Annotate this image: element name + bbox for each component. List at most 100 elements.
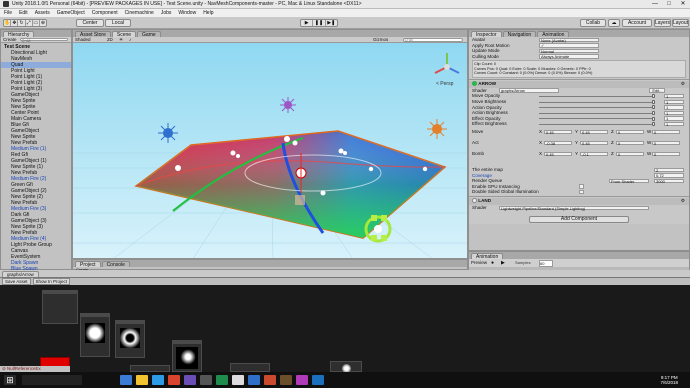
slider-knob[interactable] [652,122,655,127]
shader-edit-button[interactable]: Edit... [649,88,665,93]
graph-node[interactable] [172,340,202,372]
menu-item[interactable]: Window [178,10,196,16]
layers-dropdown[interactable]: Layers [654,19,671,27]
slider-value-field[interactable]: 1 [664,110,684,116]
photoshop-icon[interactable] [296,375,308,385]
gpu-instancing-checkbox[interactable] [579,184,584,189]
close-button[interactable]: ✕ [676,0,690,9]
menu-item[interactable]: Component [92,10,118,16]
graph-node[interactable] [230,363,270,372]
edge-browser-icon[interactable] [152,375,164,385]
animator-field[interactable]: None (Avatar) [539,37,599,42]
purple-light-icon[interactable] [280,97,296,113]
graph-node[interactable] [130,365,170,372]
menu-item[interactable]: Edit [19,10,28,16]
app-icon[interactable] [312,375,324,385]
slider-knob[interactable] [652,116,655,121]
unity-taskbar-icon[interactable] [232,375,244,385]
orange-light-icon[interactable] [427,119,447,139]
cloud-icon[interactable]: ☁ [608,19,620,27]
slider-value-field[interactable]: 1 [664,94,684,99]
vector-field-y[interactable]: -0.1 [580,151,608,156]
blue-light-icon[interactable] [158,123,178,143]
task-view-icon[interactable] [120,375,132,385]
animator-field[interactable]: ✓ [539,43,599,48]
create-dropdown[interactable]: Create [3,37,17,42]
rotate-tool-icon[interactable]: ↻ [18,20,26,26]
windows-start-icon[interactable]: ⊞ [4,375,16,385]
chrome-icon[interactable] [168,375,180,385]
menu-item[interactable]: File [4,10,12,16]
slider-track[interactable] [539,107,654,109]
render-queue-dropdown[interactable]: From Shader [609,178,649,184]
shader-dropdown[interactable]: graphs/Arrow [499,88,559,93]
app-icon[interactable] [216,375,228,385]
vector-field-y[interactable]: 0.45 [580,129,608,134]
vector-field-x[interactable]: 0.45 [544,151,572,156]
double-sided-checkbox[interactable] [579,190,584,195]
menu-item[interactable]: Help [203,10,213,16]
layout-dropdown[interactable]: Layout [672,19,689,27]
vector-field-w[interactable]: 0 [652,129,680,134]
visual-studio-icon[interactable] [184,375,196,385]
account-dropdown[interactable]: Account [622,19,652,27]
scene-viewport[interactable]: < Persp [73,43,468,259]
entire-map-field[interactable]: 2 [654,167,684,172]
material-settings-icon[interactable]: ⚙ [681,81,685,87]
vector-field-z[interactable]: 0 [616,129,644,134]
vector-field-w[interactable]: 0 [652,140,680,145]
slider-track[interactable] [539,123,654,125]
app-icon[interactable] [264,375,276,385]
file-explorer-icon[interactable] [136,375,148,385]
menu-item[interactable]: GameObject [57,10,85,16]
record-icon[interactable]: ● [491,260,494,266]
vector-field-z[interactable]: 0 [616,140,644,145]
vector-field-x[interactable]: 0.45 [544,129,572,134]
slider-track[interactable] [539,118,654,120]
vector-field-x[interactable]: -0.38 [544,140,572,145]
rect-tool-icon[interactable]: ▭ [33,20,40,26]
slider-knob[interactable] [652,105,655,110]
vector-field-w[interactable]: 0 [652,151,680,156]
hand-tool-icon[interactable]: ✋ [4,20,12,26]
persp-label[interactable]: < Persp [436,81,454,87]
vector-field-y[interactable]: 0.45 [580,140,608,145]
slider-value-field[interactable]: 1 [664,105,684,110]
slider-value-field[interactable]: 1 [664,99,684,104]
space-toggle[interactable]: Local [105,19,131,27]
samples-field[interactable]: 60 [539,260,553,267]
slider-track[interactable] [539,101,654,103]
taskbar-search-box[interactable] [22,375,82,385]
step-icon[interactable]: ▶❚ [326,20,337,26]
shader-dropdown[interactable]: Lightweight Pipeline/Standard (Simple Li… [499,205,649,210]
material-land-header[interactable]: LAND ⚙ [469,198,689,205]
menu-item[interactable]: Jobs [161,10,172,16]
app-icon[interactable] [280,375,292,385]
move-tool-icon[interactable]: ✥ [11,20,19,26]
material-settings-icon[interactable]: ⚙ [681,198,685,204]
store-icon[interactable] [200,375,212,385]
menu-item[interactable]: Cinemachine [125,10,154,16]
pivot-toggle[interactable]: Center [76,19,104,27]
graph-node[interactable] [330,361,362,373]
gizmos-dropdown[interactable]: Gizmos [373,37,388,43]
tab-project[interactable]: Console [101,261,130,268]
shading-mode-dropdown[interactable]: Shaded [75,37,91,43]
slider-knob[interactable] [652,111,655,116]
animation-play-icon[interactable]: ▶ [501,260,505,266]
slider-value-field[interactable]: 1 [664,122,684,127]
minimize-button[interactable]: — [648,0,662,9]
2d-toggle[interactable]: 2D [107,37,113,43]
graph-node[interactable] [115,320,145,358]
slider-track[interactable] [539,112,654,114]
pause-icon[interactable]: ❚❚ [313,20,326,26]
animator-field[interactable]: Always Animate [539,54,599,59]
collab-button[interactable]: Collab [580,19,606,27]
scene-search-input[interactable]: Q·All [403,38,463,42]
play-icon[interactable]: ▶ [301,20,314,26]
transform-tool-icon[interactable]: ⊕ [40,20,46,26]
shader-graph-canvas[interactable] [0,285,690,373]
material-arrow-header[interactable]: ARROW ⚙ [469,80,689,88]
audio-toggle-icon[interactable]: ♪ [129,37,131,43]
add-component-button[interactable]: Add Component [529,215,629,223]
